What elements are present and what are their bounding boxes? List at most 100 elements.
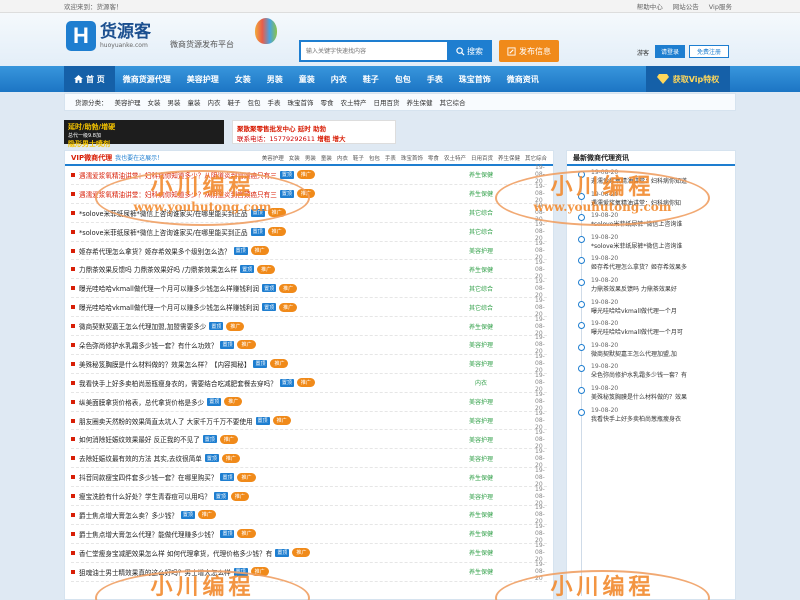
vip-privilege-button[interactable]: 获取Vip特权 <box>646 66 730 92</box>
list-item[interactable]: 我看快手上好多卖柏尚葱瓶瘦身衣的，需要结合吃减肥套餐去穿吗？ 置顶 推广 内衣 19-0… <box>71 372 547 393</box>
panel-tab[interactable]: 手表 <box>385 154 396 162</box>
category-link[interactable]: 农土特产 <box>341 97 367 107</box>
list-item[interactable]: 曝光哇哈哈vkmall做代理一个月可以赚多少钱怎么样赚钱利润 置顶 推广 其它综合 19… <box>71 297 547 318</box>
panel-tab[interactable]: 农土特产 <box>444 154 466 162</box>
news-item[interactable]: 19-08-20 曝光哇哈哈vkmall做代理一个月 <box>578 296 735 318</box>
news-title[interactable]: 曝光哇哈哈vkmall做代理一个月 <box>591 308 677 315</box>
item-title[interactable]: 爵士焦点增大膏怎么卖？多少钱？ <box>79 510 178 520</box>
item-category[interactable]: 其它综合 <box>461 284 501 293</box>
item-category[interactable]: 内衣 <box>461 378 501 387</box>
news-item[interactable]: 19-08-20 曝光哇哈哈vkmall做代理一个月可 <box>578 317 735 339</box>
list-item[interactable]: 狙魂油士男士精效果真的这么好吗？男士增大怎么样 置顶 推广 养生保健 19-08-20 <box>71 561 547 582</box>
search-input[interactable] <box>299 40 447 62</box>
list-item[interactable]: 如何消除妊娠纹效果最好 反正我的不见了 置顶 推广 美容护理 19-08-20 <box>71 429 547 450</box>
list-item[interactable]: 曝光哇哈哈vkmall做代理一个月可以赚多少钱怎么样赚钱利润 置顶 推广 其它综合 19… <box>71 278 547 299</box>
news-item[interactable]: 19-08-20 微商契默契嘉王怎么代理加盟,加 <box>578 339 735 361</box>
list-item[interactable]: 瘦宝洗脸有什么好处？学生青春痘可以用吗？ 置顶 推广 美容护理 19-08-20 <box>71 486 547 507</box>
item-title[interactable]: 曝光哇哈哈vkmall做代理一个月可以赚多少钱怎么样赚钱利润 <box>79 302 259 312</box>
panel-tab[interactable]: 其它综合 <box>525 154 547 162</box>
list-item[interactable]: 遇濡爱浆氧精油讲堂：妇科病你知道多少？从阴道炎到宫颈癌只有三 置顶 推广 养生保健 19… <box>71 164 547 185</box>
item-title[interactable]: 力鼎茶效果反馈吗 力鼎茶效果好吗 /力鼎茶效果怎么样 <box>79 264 237 274</box>
item-category[interactable]: 美容护理 <box>461 397 501 406</box>
ad-banner-right[interactable]: 聚散聚零售批发中心 延时 助勃 联系电话：15779292611 增粗 增大 <box>232 120 396 144</box>
login-button[interactable]: 请登录 <box>655 45 685 58</box>
nav-item-watches[interactable]: 手表 <box>419 66 451 92</box>
list-item[interactable]: 微商契默契嘉王怎么代理加盟,加盟需要多少 置顶 推广 养生保健 19-08-20 <box>71 316 547 337</box>
news-item[interactable]: 19-08-20 力鼎茶效果反馈吗 力鼎茶效果好 <box>578 274 735 296</box>
item-title[interactable]: 瘦宝洗脸有什么好处？学生青春痘可以用吗？ <box>79 491 211 501</box>
category-link[interactable]: 零食 <box>321 97 334 107</box>
list-item[interactable]: 遇濡爱浆氧精油讲堂：妇科病你知道多少？从阴道炎到宫颈癌只有三 置顶 推广 养生保健 19… <box>71 183 547 204</box>
category-link[interactable]: 内衣 <box>208 97 221 107</box>
panel-tab[interactable]: 珠宝首饰 <box>401 154 423 162</box>
list-item[interactable]: *solove米菲纸尿裤*微信上咨询谁家买/在哪里能买到正品 置顶 推广 其它综合 19… <box>71 221 547 242</box>
list-item[interactable]: 力鼎茶效果反馈吗 力鼎茶效果好吗 /力鼎茶效果怎么样 置顶 推广 养生保健 19-08-… <box>71 259 547 280</box>
item-category[interactable]: 养生保健 <box>461 322 501 331</box>
list-item[interactable]: 爵士焦点增大膏怎么卖？多少钱？ 置顶 推广 养生保健 19-08-20 <box>71 504 547 525</box>
announcement-link[interactable]: 网站公告 <box>673 1 699 11</box>
news-item[interactable]: 19-08-20 *solove米菲纸尿裤*微信上咨询谁 <box>578 209 735 231</box>
category-link[interactable]: 鞋子 <box>228 97 241 107</box>
list-item[interactable]: 爵士焦点增大膏怎么代理？能做代理赚多少钱？ 置顶 推广 养生保健 19-08-20 <box>71 523 547 544</box>
list-item[interactable]: 姬存希代理怎么拿货？姬存希效果多个级别怎么选？ 置顶 推广 美容护理 19-08-20 <box>71 240 547 261</box>
panel-tab[interactable]: 童装 <box>321 154 332 162</box>
news-title[interactable]: *solove米菲纸尿裤*微信上咨询谁 <box>591 221 682 228</box>
category-link[interactable]: 日用百货 <box>374 97 400 107</box>
list-item[interactable]: 抖音同款瘦宝四件套多少钱一套？在哪里购买？ 置顶 推广 养生保健 19-08-20 <box>71 467 547 488</box>
item-title[interactable]: 去除妊娠纹最有效的方法 其实,去纹很简单 <box>79 453 202 463</box>
category-link[interactable]: 珠宝首饰 <box>288 97 314 107</box>
item-category[interactable]: 养生保健 <box>461 265 501 274</box>
list-item[interactable]: 去除妊娠纹最有效的方法 其实,去纹很简单 置顶 推广 美容护理 19-08-20 <box>71 448 547 469</box>
item-title[interactable]: 朋友圈卖天然粉的效果简直太坑人了 大家千万千万不要使用 <box>79 416 253 426</box>
item-title[interactable]: *solove米菲纸尿裤*微信上咨询谁家买/在哪里能买到正品 <box>79 208 248 218</box>
item-title[interactable]: 纵美面膜拿货价格表，总代拿货价格是多少 <box>79 397 204 407</box>
list-item[interactable]: 香仁堂瘦身宝减肥效果怎么样 如何代理拿货，代理价格多少钱？有 置顶 推广 养生保健 19… <box>71 542 547 563</box>
news-title[interactable]: 朵色弥尚修护水乳霜多少钱一套？有 <box>591 372 687 379</box>
news-item[interactable]: 19-08-20 遇濡爱浆氧精油讲堂：妇科病你知 <box>578 188 735 210</box>
item-category[interactable]: 养生保健 <box>461 170 501 179</box>
vip-service-link[interactable]: Vip服务 <box>709 1 732 11</box>
register-button[interactable]: 免费注册 <box>689 45 729 58</box>
item-title[interactable]: *solove米菲纸尿裤*微信上咨询谁家买/在哪里能买到正品 <box>79 227 248 237</box>
panel-tab[interactable]: 女装 <box>289 154 300 162</box>
news-title[interactable]: 我看快手上好多卖柏尚葱瓶瘦身衣 <box>591 416 681 423</box>
news-title[interactable]: 遇濡爱浆氧精油讲堂：妇科病你知 <box>591 200 681 207</box>
panel-tab[interactable]: 鞋子 <box>353 154 364 162</box>
news-title[interactable]: 美殊秘笈胸膜是什么材料做的？效果 <box>591 394 687 401</box>
item-title[interactable]: 遇濡爱浆氧精油讲堂：妇科病你知道多少？从阴道炎到宫颈癌只有三 <box>79 189 277 199</box>
item-title[interactable]: 美殊秘笈胸膜是什么材料做的？效果怎么样？【内容揭秘】 <box>79 359 250 369</box>
news-title[interactable]: 曝光哇哈哈vkmall做代理一个月可 <box>591 329 683 336</box>
item-title[interactable]: 如何消除妊娠纹效果最好 反正我的不见了 <box>79 434 200 444</box>
item-category[interactable]: 养生保健 <box>461 529 501 538</box>
panel-tab[interactable]: 男装 <box>305 154 316 162</box>
item-title[interactable]: 我看快手上好多卖柏尚葱瓶瘦身衣的，需要结合吃减肥套餐去穿吗？ <box>79 378 277 388</box>
category-link[interactable]: 女装 <box>148 97 161 107</box>
news-title[interactable]: 姬存希代理怎么拿货？姬存希效果多 <box>591 264 687 271</box>
item-category[interactable]: 美容护理 <box>461 246 501 255</box>
news-item[interactable]: 19-08-20 美殊秘笈胸膜是什么材料做的？效果 <box>578 382 735 404</box>
item-category[interactable]: 美容护理 <box>461 492 501 501</box>
category-link[interactable]: 童装 <box>188 97 201 107</box>
show-here-link[interactable]: 我也要在这展示！ <box>115 153 163 162</box>
item-title[interactable]: 遇濡爱浆氧精油讲堂：妇科病你知道多少？从阴道炎到宫颈癌只有三 <box>79 170 277 180</box>
nav-item-men[interactable]: 男装 <box>259 66 291 92</box>
item-category[interactable]: 其它综合 <box>461 227 501 236</box>
nav-item-agent[interactable]: 微商货源代理 <box>115 66 179 92</box>
item-category[interactable]: 美容护理 <box>461 340 501 349</box>
nav-item-women[interactable]: 女装 <box>227 66 259 92</box>
item-category[interactable]: 美容护理 <box>461 416 501 425</box>
item-title[interactable]: 狙魂油士男士精效果真的这么好吗？男士增大怎么样 <box>79 567 231 577</box>
nav-item-news[interactable]: 微商资讯 <box>499 66 547 92</box>
item-category[interactable]: 养生保健 <box>461 567 501 576</box>
site-logo[interactable]: H 货源客 huoyuanke.com <box>66 21 151 51</box>
category-link[interactable]: 男装 <box>168 97 181 107</box>
panel-tab[interactable]: 零食 <box>428 154 439 162</box>
item-title[interactable]: 香仁堂瘦身宝减肥效果怎么样 如何代理拿货，代理价格多少钱？有 <box>79 548 272 558</box>
item-category[interactable]: 养生保健 <box>461 189 501 198</box>
category-link[interactable]: 美容护理 <box>115 97 141 107</box>
list-item[interactable]: 朋友圈卖天然粉的效果简直太坑人了 大家千万千万不要使用 置顶 推广 美容护理 19-08… <box>71 410 547 431</box>
news-title[interactable]: 遇濡爱浆氧精油讲堂：妇科病你知道 <box>591 178 687 185</box>
list-item[interactable]: *solove米菲纸尿裤*微信上咨询谁家买/在哪里能买到正品 置顶 推广 其它综合 19… <box>71 202 547 223</box>
news-item[interactable]: 19-08-20 我看快手上好多卖柏尚葱瓶瘦身衣 <box>578 404 735 426</box>
list-item[interactable]: 朵色弥尚修护水乳霜多少钱一套？有什么功效？ 置顶 推广 美容护理 19-08-20 <box>71 334 547 355</box>
